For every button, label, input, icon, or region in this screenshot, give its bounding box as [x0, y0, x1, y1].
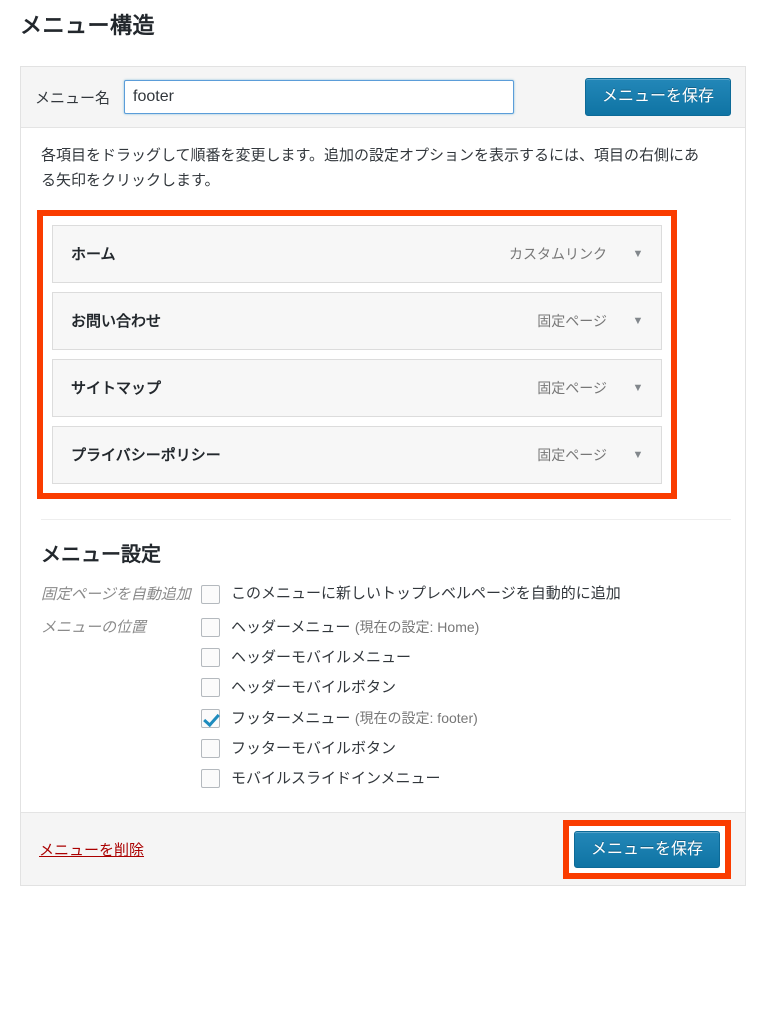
location-checkbox-header-mobile-menu[interactable]	[201, 648, 220, 668]
auto-add-pages-setting: 固定ページを自動追加 このメニューに新しいトップレベルページを自動的に追加	[41, 583, 725, 607]
menu-item-title: お問い合わせ	[71, 313, 162, 330]
chevron-down-icon[interactable]: ▼	[621, 449, 661, 461]
menu-item-type: 固定ページ	[537, 379, 607, 396]
location-label-header-mobile-menu: ヘッダーモバイルメニュー	[231, 649, 412, 667]
location-label-wrap: ヘッダーメニュー (現在の設定: Home)	[231, 616, 479, 639]
location-note-header-menu: (現在の設定: Home)	[354, 619, 480, 635]
location-label-footer-menu: フッターメニュー	[231, 709, 351, 727]
menu-item-type: 固定ページ	[537, 312, 607, 329]
location-checkbox-footer-menu[interactable]	[201, 708, 220, 728]
save-menu-button-bottom[interactable]: メニューを保存	[573, 830, 720, 868]
location-label-wrap: ヘッダーモバイルメニュー	[231, 646, 411, 669]
location-checkbox-footer-mobile-button[interactable]	[201, 738, 220, 758]
drag-instructions: 各項目をドラッグして順番を変更します。追加の設定オプションを表示するには、項目の…	[41, 147, 700, 189]
panel-body: 各項目をドラッグして順番を変更します。追加の設定オプションを表示するには、項目の…	[21, 128, 745, 791]
menu-name-label: メニュー名	[35, 89, 111, 107]
save-menu-highlight-box: メニューを保存	[562, 819, 731, 879]
menu-item-type: カスタムリンク	[509, 245, 607, 262]
auto-add-pages-checkbox-line[interactable]: このメニューに新しいトップレベルページを自動的に追加	[201, 583, 725, 605]
menu-item-row[interactable]: サイトマップ 固定ページ ▼	[52, 358, 662, 417]
location-note-footer-menu: (現在の設定: footer)	[354, 709, 478, 726]
location-option-footer-mobile-button[interactable]: フッターモバイルボタン	[201, 737, 725, 760]
location-label-wrap: フッターモバイルボタン	[231, 737, 396, 760]
auto-add-pages-label: 固定ページを自動追加	[41, 585, 191, 603]
chevron-down-icon[interactable]: ▼	[621, 382, 661, 394]
page-title: メニュー構造	[20, 13, 156, 38]
location-label-wrap: ヘッダーモバイルボタン	[231, 676, 396, 699]
menu-item-title: ホーム	[71, 246, 116, 263]
display-location-setting: メニューの位置 ヘッダーメニュー (現在の設定: Home) ヘッダーモバイルメ…	[41, 616, 725, 790]
auto-add-pages-checkbox-label: このメニューに新しいトップレベルページを自動的に追加	[231, 584, 621, 602]
menu-item-row[interactable]: プライバシーポリシー 固定ページ ▼	[52, 425, 662, 484]
menu-name-row: メニュー名 メニューを保存	[21, 67, 745, 128]
menu-item-title: プライバシーポリシー	[71, 447, 221, 464]
menu-item-row[interactable]: お問い合わせ 固定ページ ▼	[52, 291, 662, 350]
location-option-header-mobile-menu[interactable]: ヘッダーモバイルメニュー	[201, 646, 725, 669]
location-label-wrap: モバイルスライドインメニュー	[231, 767, 441, 790]
menu-item-row[interactable]: ホーム カスタムリンク ▼	[52, 224, 662, 283]
auto-add-pages-checkbox[interactable]	[201, 584, 220, 604]
menu-item-type: 固定ページ	[537, 446, 607, 463]
location-option-mobile-slide-in-menu[interactable]: モバイルスライドインメニュー	[201, 767, 725, 790]
chevron-down-icon[interactable]: ▼	[621, 248, 661, 260]
section-divider	[41, 518, 731, 520]
chevron-down-icon[interactable]: ▼	[621, 315, 661, 327]
location-option-header-menu[interactable]: ヘッダーメニュー (現在の設定: Home)	[201, 616, 725, 639]
location-label-header-menu: ヘッダーメニュー	[231, 619, 351, 636]
menu-structure-panel: メニュー名 メニューを保存 各項目をドラッグして順番を変更します。追加の設定オプ…	[20, 66, 746, 887]
location-option-header-mobile-button[interactable]: ヘッダーモバイルボタン	[201, 676, 725, 699]
save-menu-button-top[interactable]: メニューを保存	[584, 78, 731, 116]
menu-name-input[interactable]	[124, 80, 515, 114]
menu-settings-heading: メニュー設定	[41, 543, 161, 566]
delete-menu-link[interactable]: メニューを削除	[39, 839, 144, 860]
location-label-footer-mobile-button: フッターモバイルボタン	[231, 739, 397, 757]
panel-footer: メニューを削除 メニューを保存	[21, 812, 745, 886]
display-location-fields: ヘッダーメニュー (現在の設定: Home) ヘッダーモバイルメニュー ヘッダー…	[201, 616, 725, 790]
location-checkbox-mobile-slide-in-menu[interactable]	[201, 768, 220, 788]
menu-structure-page: メニュー構造 メニュー名 メニューを保存 各項目をドラッグして順番を変更します。…	[0, 0, 764, 1024]
display-location-label: メニューの位置	[41, 619, 147, 636]
location-label-header-mobile-button: ヘッダーモバイルボタン	[231, 679, 397, 697]
location-label-wrap: フッターメニュー (現在の設定: footer)	[231, 707, 478, 730]
location-checkbox-header-mobile-button[interactable]	[201, 678, 220, 698]
menu-item-title: サイトマップ	[71, 380, 162, 397]
location-checkbox-header-menu[interactable]	[201, 618, 220, 637]
auto-add-pages-fields: このメニューに新しいトップレベルページを自動的に追加	[201, 583, 725, 605]
location-option-footer-menu[interactable]: フッターメニュー (現在の設定: footer)	[201, 707, 725, 730]
location-label-mobile-slide-in-menu: モバイルスライドインメニュー	[231, 769, 441, 787]
menu-items-highlight-box: ホーム カスタムリンク ▼ お問い合わせ 固定ページ ▼ サイトマップ 固定ペー…	[37, 209, 677, 499]
